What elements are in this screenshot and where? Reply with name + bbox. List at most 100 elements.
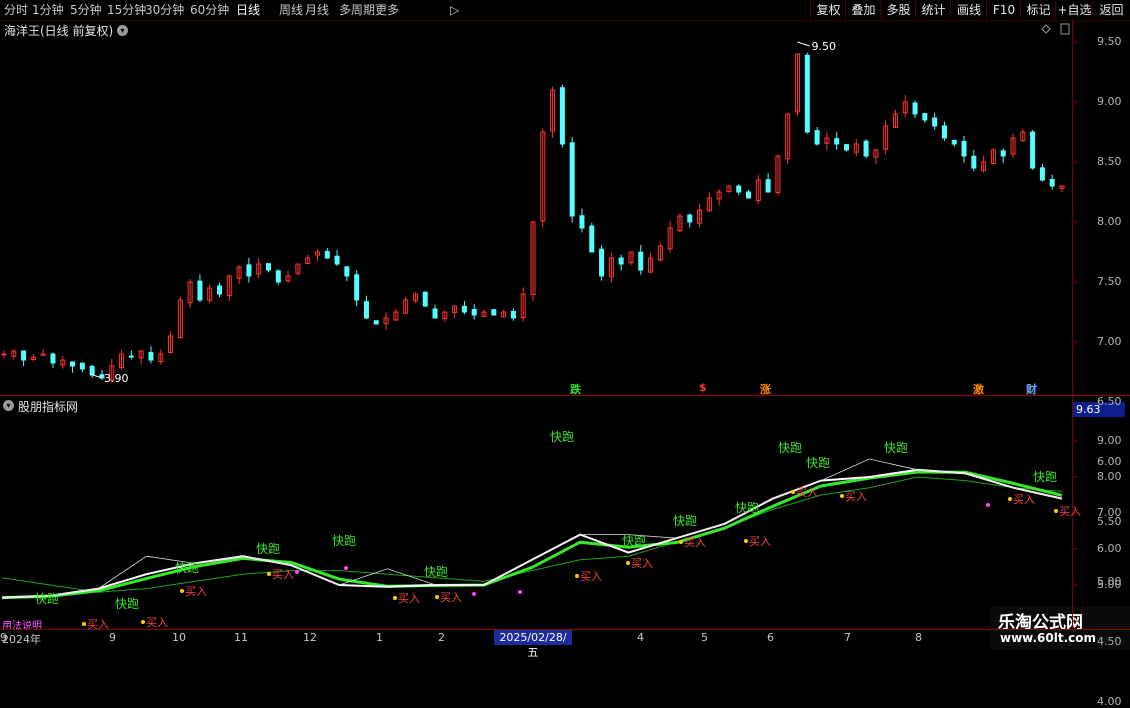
candle-body [491, 309, 497, 316]
signal-run: 快跑 [735, 501, 759, 515]
main-y-tick: 4.50 [1097, 635, 1122, 648]
x-axis-label: 6 [767, 631, 774, 644]
candle-body [746, 191, 752, 199]
buy-dot [840, 494, 844, 498]
signal-buy: 买入 [684, 536, 706, 549]
main-y-tick: 7.00 [1097, 335, 1122, 348]
main-y-tick: 6.00 [1097, 455, 1122, 468]
x-axis-label: 9 [109, 631, 116, 644]
candle-body [589, 225, 595, 253]
x-axis-label: 12 [303, 631, 317, 644]
candle-body [618, 257, 624, 265]
candle-body [246, 264, 252, 277]
candle-body [510, 310, 516, 319]
buy-dot [393, 596, 397, 600]
buy-dot [435, 595, 439, 599]
candle-body [843, 144, 849, 151]
candle-body [275, 270, 281, 283]
candle-body [422, 291, 428, 307]
x-axis-label: 2024年 [2, 633, 41, 646]
signal-buy: 买入 [272, 568, 294, 581]
candle-body [461, 305, 467, 313]
buy-dot [82, 622, 86, 626]
candle-body [89, 365, 95, 376]
x-axis-label: 2 [438, 631, 445, 644]
candle-body [1039, 167, 1045, 181]
buy-dot [141, 620, 145, 624]
event-marker[interactable]: $ [699, 381, 707, 394]
main-y-tick: 8.50 [1097, 155, 1122, 168]
candle-body [344, 266, 350, 277]
signal-buy: 买入 [845, 490, 867, 503]
x-axis-label: 10 [172, 631, 186, 644]
signal-dot [472, 592, 476, 596]
candle-body [128, 355, 134, 358]
candle-body [1049, 178, 1055, 187]
signal-buy: 买入 [796, 486, 818, 499]
signal-buy: 买入 [440, 591, 462, 604]
signal-run: 快跑 [622, 534, 646, 548]
buy-dot [791, 490, 795, 494]
signal-run: 快跑 [424, 565, 448, 579]
x-axis-label: 8 [915, 631, 922, 644]
event-marker[interactable]: 激 [973, 381, 984, 397]
candle-body [354, 274, 360, 301]
signal-run: 快跑 [673, 514, 697, 528]
candle-body [1030, 131, 1036, 169]
buy-dot [575, 574, 579, 578]
candle-body [324, 250, 330, 259]
high-marker-line [797, 41, 810, 47]
x-axis-label: 1 [376, 631, 383, 644]
signal-run: 快跑 [884, 441, 908, 455]
candle-body [736, 185, 742, 193]
main-y-tick: 9.00 [1097, 95, 1122, 108]
buy-dot [744, 539, 748, 543]
signal-buy: 买入 [185, 585, 207, 598]
candle-body [50, 353, 56, 364]
buy-dot [626, 561, 630, 565]
event-marker[interactable]: 跌 [570, 381, 581, 397]
signal-buy: 买入 [580, 570, 602, 583]
signal-buy: 买入 [146, 616, 168, 629]
candle-body [471, 308, 477, 316]
buy-dot [267, 572, 271, 576]
signal-run: 快跑 [256, 542, 280, 556]
candle-body [922, 113, 928, 121]
main-y-tick: 7.50 [1097, 275, 1122, 288]
sub-y-tick: 9.00 [1097, 434, 1122, 447]
candle-body [569, 142, 575, 217]
signal-buy: 买入 [398, 592, 420, 605]
signal-buy: 买入 [1013, 493, 1035, 506]
panel-icon [1060, 23, 1070, 35]
event-marker[interactable]: 涨 [760, 381, 771, 397]
signal-run: 快跑 [175, 561, 199, 575]
chart-canvas[interactable]: 9.503.90快跑 快跑快跑快跑快跑快跑快跑快跑快跑快跑快跑快跑快跑快跑买入 买入… [0, 0, 1130, 650]
candle-body [687, 214, 693, 223]
signal-run: 快跑 [806, 456, 830, 470]
sub-y-tick: 5.00 [1097, 578, 1122, 591]
sub-y-tick: 6.00 [1097, 542, 1122, 555]
candle-body [1, 353, 7, 356]
candle-body [814, 130, 820, 145]
candle-body [951, 139, 957, 145]
main-y-tick: 8.00 [1097, 215, 1122, 228]
sub-y-tick: 8.00 [1097, 470, 1122, 483]
candle-body [334, 255, 340, 265]
buy-dot [1054, 509, 1058, 513]
candle-body [197, 280, 203, 301]
candle-body [559, 87, 565, 145]
signal-buy: 买入 [1059, 505, 1081, 518]
main-y-tick: 4.00 [1097, 695, 1122, 708]
candle-body [961, 140, 967, 157]
event-marker[interactable]: 财 [1026, 381, 1037, 397]
fast-green-line [1, 470, 1063, 600]
low-marker-label: 3.90 [104, 372, 128, 385]
candle-body [863, 140, 869, 157]
signal-buy: 买入 [749, 535, 771, 548]
candle-body [932, 117, 938, 127]
signal-run: 快跑 [1033, 470, 1057, 484]
signal-run: 快跑 [550, 430, 574, 444]
buy-dot [180, 589, 184, 593]
signal-dot [344, 566, 348, 570]
candle-body [599, 248, 605, 277]
